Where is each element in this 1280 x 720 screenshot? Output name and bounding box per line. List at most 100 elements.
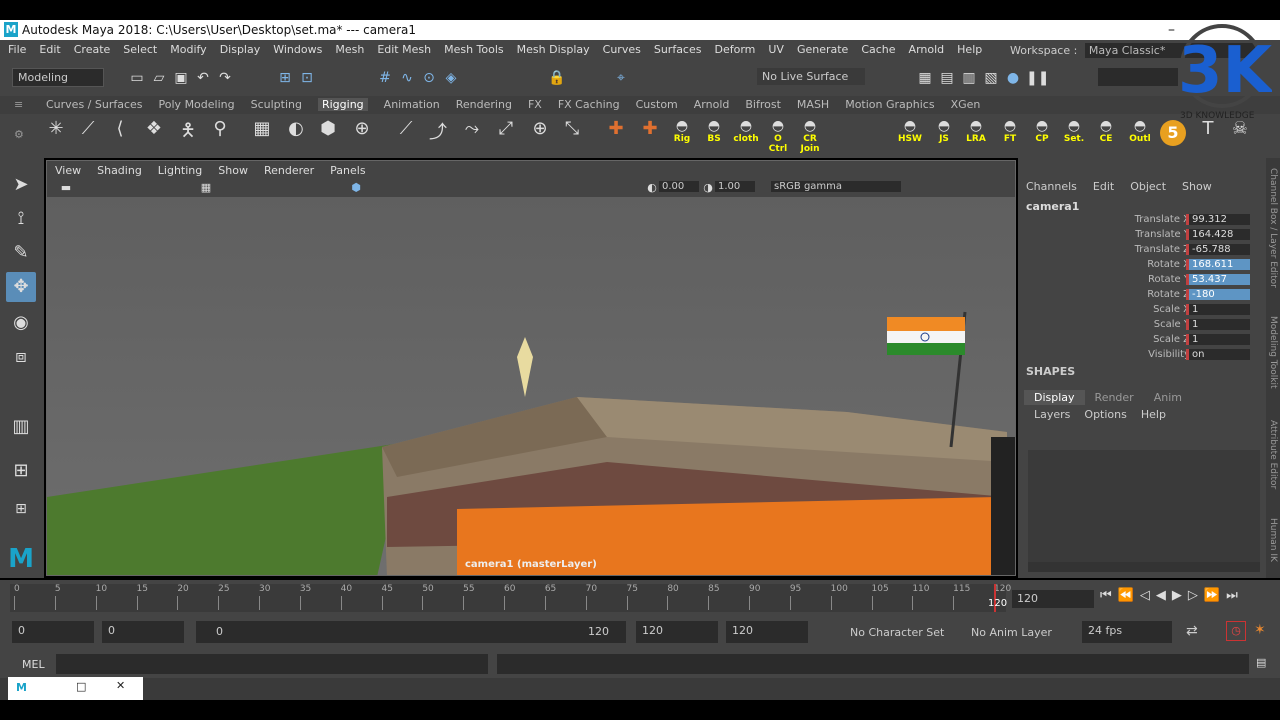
playback-start-field[interactable]: 0 bbox=[102, 621, 184, 643]
menu-set-dropdown[interactable]: Modeling bbox=[12, 68, 104, 87]
menu-display[interactable]: Display bbox=[220, 43, 261, 56]
channel-row[interactable]: Rotate Y 53.437 bbox=[1018, 274, 1266, 289]
pause-icon[interactable]: ❚❚ bbox=[1026, 69, 1049, 87]
menu-windows[interactable]: Windows bbox=[273, 43, 322, 56]
number-five-icon[interactable]: 5 bbox=[1160, 120, 1186, 146]
side-tab-modeling-toolkit[interactable]: Modeling Toolkit bbox=[1268, 316, 1278, 389]
snap-curve-icon[interactable]: ∿ bbox=[398, 69, 416, 87]
joint-tool-icon[interactable]: ✳ bbox=[42, 118, 70, 154]
side-tab-human-ik[interactable]: Human IK bbox=[1268, 518, 1278, 562]
playback-end-field[interactable]: 120 bbox=[636, 621, 718, 643]
viewport-menu-shading[interactable]: Shading bbox=[97, 164, 142, 177]
restore-icon[interactable]: □ bbox=[76, 680, 86, 693]
go-to-start-icon[interactable]: ⏮ bbox=[1100, 588, 1112, 603]
channel-value[interactable]: 164.428 bbox=[1186, 229, 1250, 240]
shelf-tab-curves-surfaces[interactable]: Curves / Surfaces bbox=[46, 98, 143, 111]
skull-icon[interactable]: ☠ bbox=[1226, 118, 1254, 154]
shelf-tab-rigging[interactable]: Rigging bbox=[317, 98, 368, 111]
undo-icon[interactable]: ↶ bbox=[194, 69, 212, 87]
new-scene-icon[interactable]: ▭ bbox=[128, 69, 146, 87]
time-ruler[interactable]: 0 5 10 15 20 25 30 35 40 45 50 55 60 65 70 75 80 85 90 95 10… bbox=[10, 584, 1011, 612]
shelf-button-outl[interactable]: ◓ Outl bbox=[1126, 118, 1154, 154]
shelf-menu-icon[interactable]: ≡ bbox=[14, 98, 23, 111]
side-tab-attribute-editor[interactable]: Attribute Editor bbox=[1268, 420, 1278, 489]
fps-dropdown[interactable]: 24 fps bbox=[1082, 621, 1172, 643]
lock-icon[interactable]: 🔒 bbox=[548, 69, 566, 87]
quick-search-field[interactable] bbox=[1098, 68, 1178, 86]
layer-scrollbar[interactable] bbox=[1028, 562, 1260, 572]
scene-render[interactable] bbox=[47, 197, 1015, 575]
side-tab-channel-box[interactable]: Channel Box / Layer Editor bbox=[1268, 168, 1278, 288]
viewport-menu-renderer[interactable]: Renderer bbox=[264, 164, 314, 177]
step-back-key-icon[interactable]: ⏪ bbox=[1118, 588, 1134, 603]
command-input[interactable] bbox=[56, 654, 488, 674]
shelf-tab-custom[interactable]: Custom bbox=[636, 98, 678, 111]
auto-key-icon[interactable]: ◷ bbox=[1226, 621, 1246, 641]
shelf-tab-poly-modeling[interactable]: Poly Modeling bbox=[159, 98, 235, 111]
constraint-aim-icon[interactable]: ⤴ bbox=[424, 118, 452, 154]
channel-value[interactable]: on bbox=[1186, 349, 1250, 360]
shelf-button-cloth[interactable]: ◓ cloth bbox=[732, 118, 760, 154]
shelf-tab-sculpting[interactable]: Sculpting bbox=[251, 98, 302, 111]
constraint-pole-icon[interactable]: ⤡ bbox=[558, 118, 586, 154]
shelf-tab-animation[interactable]: Animation bbox=[384, 98, 440, 111]
menu-uv[interactable]: UV bbox=[768, 43, 784, 56]
step-back-frame-icon[interactable]: ◁ bbox=[1140, 588, 1150, 603]
ipr-render-icon[interactable]: ▥ bbox=[960, 69, 978, 87]
channel-value[interactable]: -180 bbox=[1186, 289, 1250, 300]
maya-taskbar-icon[interactable]: M bbox=[16, 681, 27, 694]
channel-value[interactable]: 53.437 bbox=[1186, 274, 1250, 285]
add-locator-icon[interactable]: ✚ bbox=[636, 118, 664, 154]
shelf-button-hsw[interactable]: ◓ HSW bbox=[896, 118, 924, 154]
menu-deform[interactable]: Deform bbox=[714, 43, 755, 56]
close-icon[interactable]: ✕ bbox=[116, 679, 125, 692]
ik-spline-icon[interactable]: ⟨ bbox=[106, 118, 134, 154]
render-frame-icon[interactable]: ▤ bbox=[938, 69, 956, 87]
end-time-field[interactable]: 120 bbox=[726, 621, 808, 643]
shelf-button-o-ctrl[interactable]: ◓ O Ctrl bbox=[764, 118, 792, 154]
select-hierarchy-icon[interactable]: ⊞ bbox=[276, 69, 294, 87]
rotate-tool-icon[interactable]: ◉ bbox=[6, 308, 36, 338]
cluster-icon[interactable]: ◐ bbox=[282, 118, 310, 154]
layer-list-area[interactable] bbox=[1028, 450, 1260, 562]
shelf-tab-mash[interactable]: MASH bbox=[797, 98, 829, 111]
channel-row[interactable]: Translate Z -65.788 bbox=[1018, 244, 1266, 259]
layer-menu-options[interactable]: Options bbox=[1084, 408, 1126, 421]
channel-value[interactable]: 99.312 bbox=[1186, 214, 1250, 225]
constraint-parent-icon[interactable]: ⊕ bbox=[526, 118, 554, 154]
minimized-window-bar[interactable]: M □ ✕ bbox=[8, 677, 143, 701]
locator-icon[interactable]: ✚ bbox=[602, 118, 630, 154]
range-slider[interactable]: 0 120 bbox=[196, 621, 626, 643]
character-set-dropdown[interactable]: No Character Set bbox=[850, 626, 944, 639]
shelf-tab-bifrost[interactable]: Bifrost bbox=[745, 98, 781, 111]
menu-arnold[interactable]: Arnold bbox=[909, 43, 945, 56]
arnold-render-icon[interactable]: ● bbox=[1004, 69, 1022, 87]
menu-mesh-display[interactable]: Mesh Display bbox=[517, 43, 590, 56]
shelf-tab-fx-caching[interactable]: FX Caching bbox=[558, 98, 620, 111]
layer-menu-layers[interactable]: Layers bbox=[1034, 408, 1070, 421]
channel-row[interactable]: Rotate X 168.611 bbox=[1018, 259, 1266, 274]
viewport-menu-lighting[interactable]: Lighting bbox=[158, 164, 202, 177]
loop-icon[interactable]: ⇄ bbox=[1186, 623, 1198, 639]
quick-rig-icon[interactable]: ⚲ bbox=[206, 118, 234, 154]
select-tool-icon[interactable]: ➤ bbox=[6, 170, 36, 200]
menu-mesh[interactable]: Mesh bbox=[335, 43, 364, 56]
anim-layer-dropdown[interactable]: No Anim Layer bbox=[971, 626, 1052, 639]
channel-value[interactable]: 1 bbox=[1186, 304, 1250, 315]
shelf-button-rig[interactable]: ◓ Rig bbox=[668, 118, 696, 154]
constraint-point-icon[interactable]: ⟋ bbox=[392, 118, 420, 154]
layer-tab-display[interactable]: Display bbox=[1024, 390, 1085, 405]
channel-row[interactable]: Translate X 99.312 bbox=[1018, 214, 1266, 229]
menu-edit-mesh[interactable]: Edit Mesh bbox=[377, 43, 431, 56]
four-view-layout-icon[interactable]: ⊞ bbox=[6, 456, 36, 486]
channel-row[interactable]: Rotate Z -180 bbox=[1018, 289, 1266, 304]
redo-icon[interactable]: ↷ bbox=[216, 69, 234, 87]
wrap-icon[interactable]: ⬢ bbox=[314, 118, 342, 154]
shelf-button-bs[interactable]: ◓ BS bbox=[700, 118, 728, 154]
channel-row[interactable]: Visibility on bbox=[1018, 349, 1266, 364]
viewport-menu-view[interactable]: View bbox=[55, 164, 81, 177]
sculpt-deformer-icon[interactable]: ⊕ bbox=[348, 118, 376, 154]
menu-select[interactable]: Select bbox=[123, 43, 157, 56]
bind-skin-icon[interactable]: ❖ bbox=[140, 118, 168, 154]
smooth-shade-icon[interactable]: ⬢ bbox=[347, 179, 365, 197]
